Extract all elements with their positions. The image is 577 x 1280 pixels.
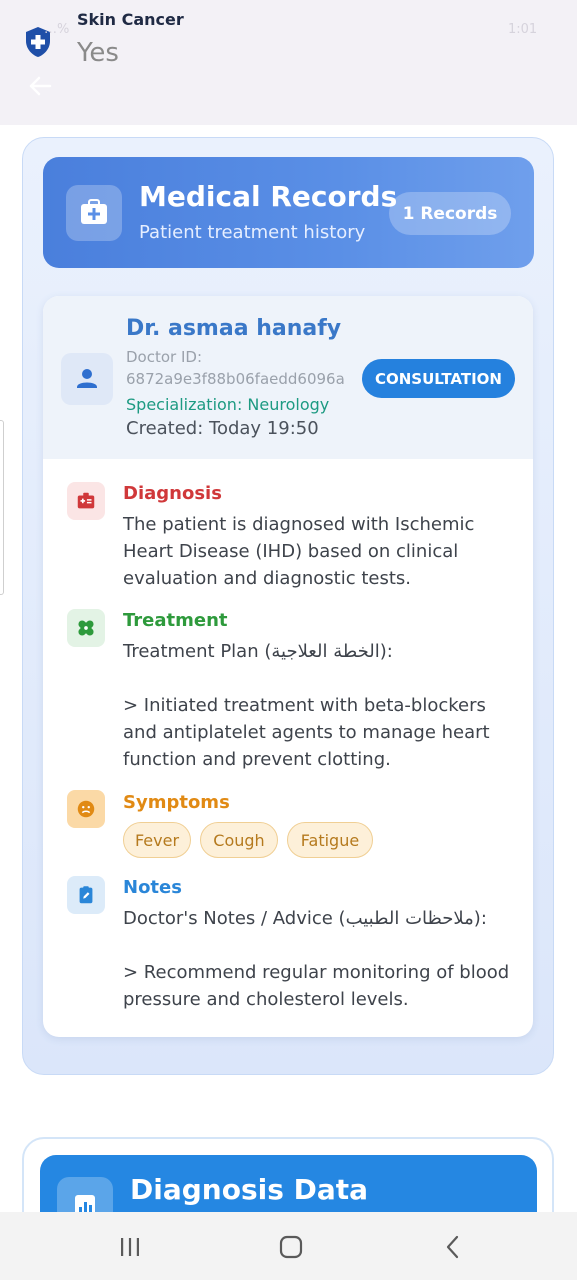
status-clock: 1:01 [508,22,538,37]
medical-kit-icon-box [66,185,122,241]
page-subtitle: Patient treatment history [139,222,366,243]
bandage-icon [78,620,94,636]
person-icon [77,369,97,388]
status-battery-text: …% [44,22,70,37]
sick-face-icon [77,800,95,818]
record-created-date: Created: Today 19:50 [126,418,319,439]
treatment-text: Treatment Plan (الخطة العلاجية): > Initi… [123,641,490,770]
medical-id-icon [77,492,95,509]
treatment-icon-box [67,609,105,647]
doctor-name: Dr. asmaa hanafy [126,316,342,341]
medical-kit-icon [81,199,107,224]
edge-panel-handle[interactable] [0,420,4,595]
records-count-badge: 1 Records [389,192,511,235]
symptoms-icon-box [67,790,105,828]
doctor-id-value: 6872a9e3f88b06faedd6096a [126,370,345,388]
consultation-button[interactable]: CONSULTATION [362,359,515,398]
recent-apps-icon[interactable] [115,1232,145,1262]
diagnosis-data-title: Diagnosis Data [130,1173,369,1206]
app-title: Skin Cancer [77,10,184,29]
treatment-title: Treatment [123,610,228,631]
doctor-specialization: Specialization: Neurology [126,395,330,414]
home-icon[interactable] [276,1232,306,1262]
edit-note-icon [79,886,93,904]
app-subtitle: Yes [77,38,119,68]
notes-title: Notes [123,877,182,898]
symptom-chip: Fever [123,822,191,858]
notes-icon-box [67,876,105,914]
back-nav-icon[interactable] [438,1232,468,1262]
notes-text: Doctor's Notes / Advice (ملاحظات الطبيب)… [123,908,510,1010]
diagnosis-icon-box [67,482,105,520]
doctor-id-label: Doctor ID: [126,348,202,366]
symptom-chip: Cough [200,822,278,858]
symptoms-title: Symptoms [123,792,230,813]
symptom-chip: Fatigue [287,822,373,858]
page-title: Medical Records [139,180,398,213]
arrow-left-icon[interactable] [26,72,54,100]
doctor-avatar [61,353,113,405]
diagnosis-title: Diagnosis [123,483,222,504]
diagnosis-text: The patient is diagnosed with Ischemic H… [123,514,475,589]
